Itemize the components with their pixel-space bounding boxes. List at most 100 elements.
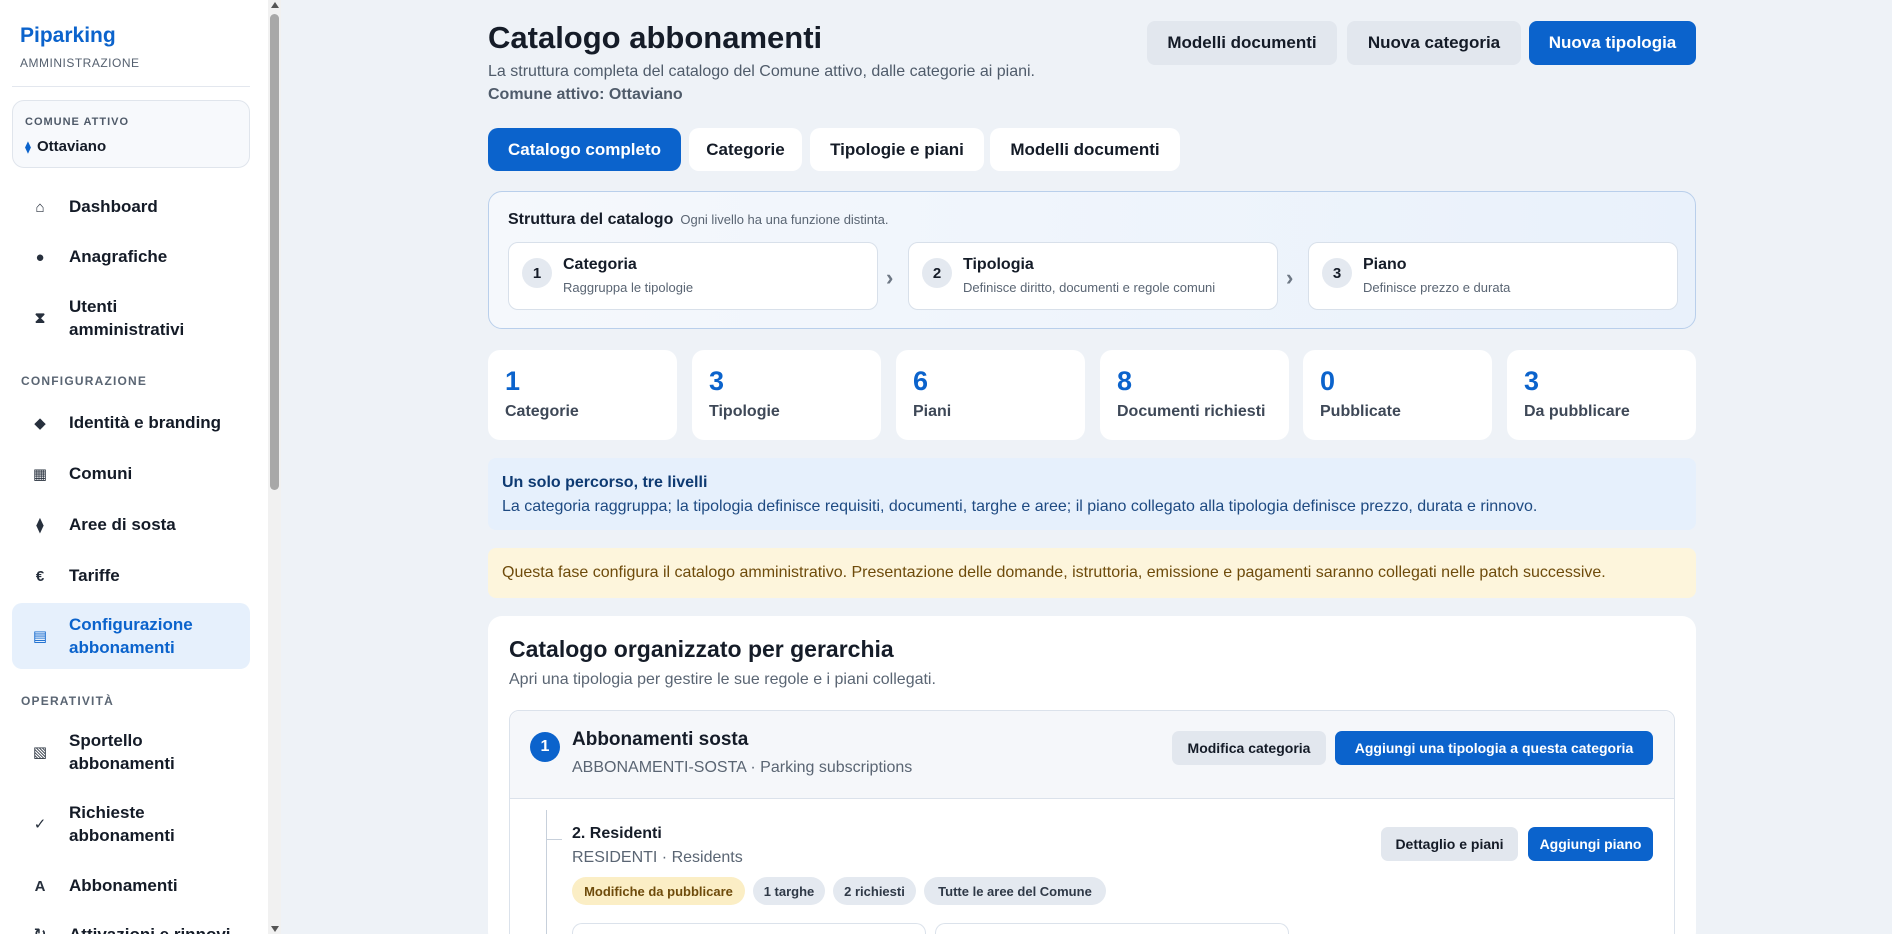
sidebar-item-richieste[interactable]: ✓ Richieste abbonamenti bbox=[12, 796, 250, 852]
stat-value: 1 bbox=[505, 366, 521, 396]
tipologia-code: RESIDENTI · Residents bbox=[572, 849, 743, 866]
tab-categorie[interactable]: Categorie bbox=[689, 128, 802, 171]
active-comune-name: Ottaviano bbox=[36, 138, 107, 155]
location-pin-icon: ⧫ bbox=[25, 139, 31, 154]
sidebar-item-label: Abbonamenti bbox=[69, 876, 178, 895]
modelli-documenti-button[interactable]: Modelli documenti bbox=[1147, 21, 1337, 65]
structure-title: Struttura del catalogo Ogni livello ha un… bbox=[508, 211, 889, 229]
category-card: 1 Abbonamenti sosta ABBONAMENTI-SOSTA · … bbox=[509, 710, 1675, 934]
scroll-down-arrow-icon[interactable] bbox=[271, 926, 279, 932]
warning-text: Questa fase configura il catalogo ammini… bbox=[502, 564, 1606, 581]
stat-label: Documenti richiesti bbox=[1117, 403, 1266, 420]
plan-card[interactable] bbox=[935, 923, 1289, 934]
stat-label: Da pubblicare bbox=[1524, 403, 1630, 420]
nuova-categoria-button[interactable]: Nuova categoria bbox=[1347, 21, 1521, 65]
sidebar-item-label: Richieste abbonamenti bbox=[69, 803, 175, 845]
brand: Piparking AMMINISTRAZIONE bbox=[20, 24, 140, 70]
structure-step-categoria: 1 Categoria Raggruppa le tipologie bbox=[508, 242, 878, 310]
nuova-tipologia-button[interactable]: Nuova tipologia bbox=[1529, 21, 1696, 65]
step-name: Piano bbox=[1363, 256, 1407, 273]
stat-label: Pubblicate bbox=[1320, 403, 1401, 420]
sidebar-scrollbar[interactable] bbox=[268, 0, 281, 934]
stat-card-da-pubblicare: 3 Da pubblicare bbox=[1507, 350, 1696, 440]
scroll-up-arrow-icon[interactable] bbox=[271, 2, 279, 8]
tipologia-name: 2. Residenti bbox=[572, 825, 662, 842]
category-name: Abbonamenti sosta bbox=[572, 729, 749, 750]
page-title: Catalogo abbonamenti bbox=[488, 20, 823, 55]
sidebar-item-label: Dashboard bbox=[69, 197, 158, 216]
sidebar-item-label: Tariffe bbox=[69, 566, 120, 585]
tab-catalogo-completo[interactable]: Catalogo completo bbox=[488, 128, 681, 171]
structure-step-piano: 3 Piano Definisce prezzo e durata bbox=[1308, 242, 1678, 310]
sidebar-item-anagrafiche[interactable]: ● Anagrafiche bbox=[12, 236, 250, 278]
page-active-comune: Comune attivo: Ottaviano bbox=[488, 86, 683, 103]
sidebar-item-identita[interactable]: ◆ Identità e branding bbox=[12, 402, 250, 444]
stat-card-documenti: 8 Documenti richiesti bbox=[1100, 350, 1289, 440]
map-pin-icon: ⧫ bbox=[36, 517, 44, 534]
sidebar-item-tariffe[interactable]: € Tariffe bbox=[12, 555, 250, 597]
warning-callout: Questa fase configura il catalogo ammini… bbox=[488, 548, 1696, 598]
tab-modelli-documenti[interactable]: Modelli documenti bbox=[990, 128, 1180, 171]
sidebar-item-utenti[interactable]: ⧗ Utenti amministrativi bbox=[12, 290, 250, 346]
stat-card-pubblicate: 0 Pubblicate bbox=[1303, 350, 1492, 440]
sidebar-item-label: Utenti amministrativi bbox=[69, 297, 185, 339]
sidebar-item-label: Aree di sosta bbox=[69, 515, 176, 534]
step-name: Tipologia bbox=[963, 256, 1034, 273]
documenti-badge: 2 richiesti bbox=[833, 877, 916, 905]
sidebar-item-comuni[interactable]: ▦ Comuni bbox=[12, 453, 250, 495]
stat-value: 0 bbox=[1320, 366, 1336, 396]
step-name: Categoria bbox=[563, 256, 637, 273]
stat-card-tipologie: 3 Tipologie bbox=[692, 350, 881, 440]
plan-card[interactable] bbox=[572, 923, 926, 934]
info-callout: Un solo percorso, tre livelli La categor… bbox=[488, 458, 1696, 530]
renew-icon: ↻ bbox=[29, 925, 51, 934]
nav-section-operativita: OPERATIVITÀ bbox=[21, 694, 114, 708]
step-description: Raggruppa le tipologie bbox=[563, 280, 694, 295]
letter-a-icon: A bbox=[34, 877, 46, 895]
sidebar-item-aree[interactable]: ⧫ Aree di sosta bbox=[12, 504, 250, 546]
euro-icon: € bbox=[35, 567, 45, 585]
category-code: ABBONAMENTI-SOSTA · Parking subscription… bbox=[572, 759, 913, 776]
step-number: 2 bbox=[922, 258, 952, 288]
stat-card-categorie: 1 Categorie bbox=[488, 350, 677, 440]
aggiungi-piano-button[interactable]: Aggiungi piano bbox=[1528, 827, 1653, 861]
sidebar-item-label: Attivazioni e rinnovi bbox=[69, 925, 231, 934]
structure-step-tipologia: 2 Tipologia Definisce diritto, documenti… bbox=[908, 242, 1278, 310]
tab-tipologie-e-piani[interactable]: Tipologie e piani bbox=[810, 128, 984, 171]
info-title: Un solo percorso, tre livelli bbox=[502, 474, 708, 491]
chevron-right-icon: › bbox=[886, 265, 894, 290]
step-description: Definisce diritto, documenti e regole co… bbox=[963, 280, 1216, 295]
dettaglio-e-piani-button[interactable]: Dettaglio e piani bbox=[1381, 827, 1518, 861]
brand-name[interactable]: Piparking bbox=[20, 24, 140, 48]
sidebar-item-label: Configurazione abbonamenti bbox=[69, 615, 193, 657]
person-icon: ● bbox=[35, 248, 45, 266]
step-description: Definisce prezzo e durata bbox=[1363, 280, 1511, 295]
diamond-icon: ◆ bbox=[34, 415, 46, 432]
sidebar-item-attivazioni[interactable]: ↻ Attivazioni e rinnovi bbox=[12, 916, 250, 934]
structure-title-text: Struttura del catalogo bbox=[508, 211, 674, 228]
sidebar-item-label: Identità e branding bbox=[69, 413, 222, 432]
counter-icon: ▧ bbox=[32, 743, 48, 761]
sidebar-item-dashboard[interactable]: ⌂ Dashboard bbox=[12, 186, 250, 228]
aree-badge: Tutte le aree del Comune bbox=[924, 877, 1106, 905]
step-number: 3 bbox=[1322, 258, 1352, 288]
page-subtitle: La struttura completa del catalogo del C… bbox=[488, 63, 1035, 80]
sidebar-item-configurazione-abbonamenti[interactable]: ▤ Configurazione abbonamenti bbox=[12, 603, 250, 669]
modifica-categoria-button[interactable]: Modifica categoria bbox=[1172, 731, 1326, 765]
active-comune-label: COMUNE ATTIVO bbox=[25, 116, 130, 128]
list-icon: ▤ bbox=[32, 627, 48, 645]
stat-value: 3 bbox=[1524, 366, 1540, 396]
step-number: 1 bbox=[522, 258, 552, 288]
scroll-thumb[interactable] bbox=[270, 14, 279, 490]
category-header: 1 Abbonamenti sosta ABBONAMENTI-SOSTA · … bbox=[510, 711, 1674, 799]
aggiungi-tipologia-button[interactable]: Aggiungi una tipologia a questa categori… bbox=[1335, 731, 1653, 765]
catalog-title: Catalogo organizzato per gerarchia bbox=[509, 636, 894, 662]
stat-label: Tipologie bbox=[709, 403, 780, 420]
sidebar: Piparking AMMINISTRAZIONE COMUNE ATTIVO … bbox=[0, 0, 268, 934]
sidebar-item-sportello[interactable]: ▧ Sportello abbonamenti bbox=[12, 724, 250, 780]
stat-value: 3 bbox=[709, 366, 725, 396]
sidebar-item-abbonamenti[interactable]: A Abbonamenti bbox=[12, 865, 250, 907]
home-icon: ⌂ bbox=[35, 198, 45, 216]
stat-value: 6 bbox=[913, 366, 929, 396]
catalog-structure-panel: Struttura del catalogo Ogni livello ha un… bbox=[488, 191, 1696, 329]
